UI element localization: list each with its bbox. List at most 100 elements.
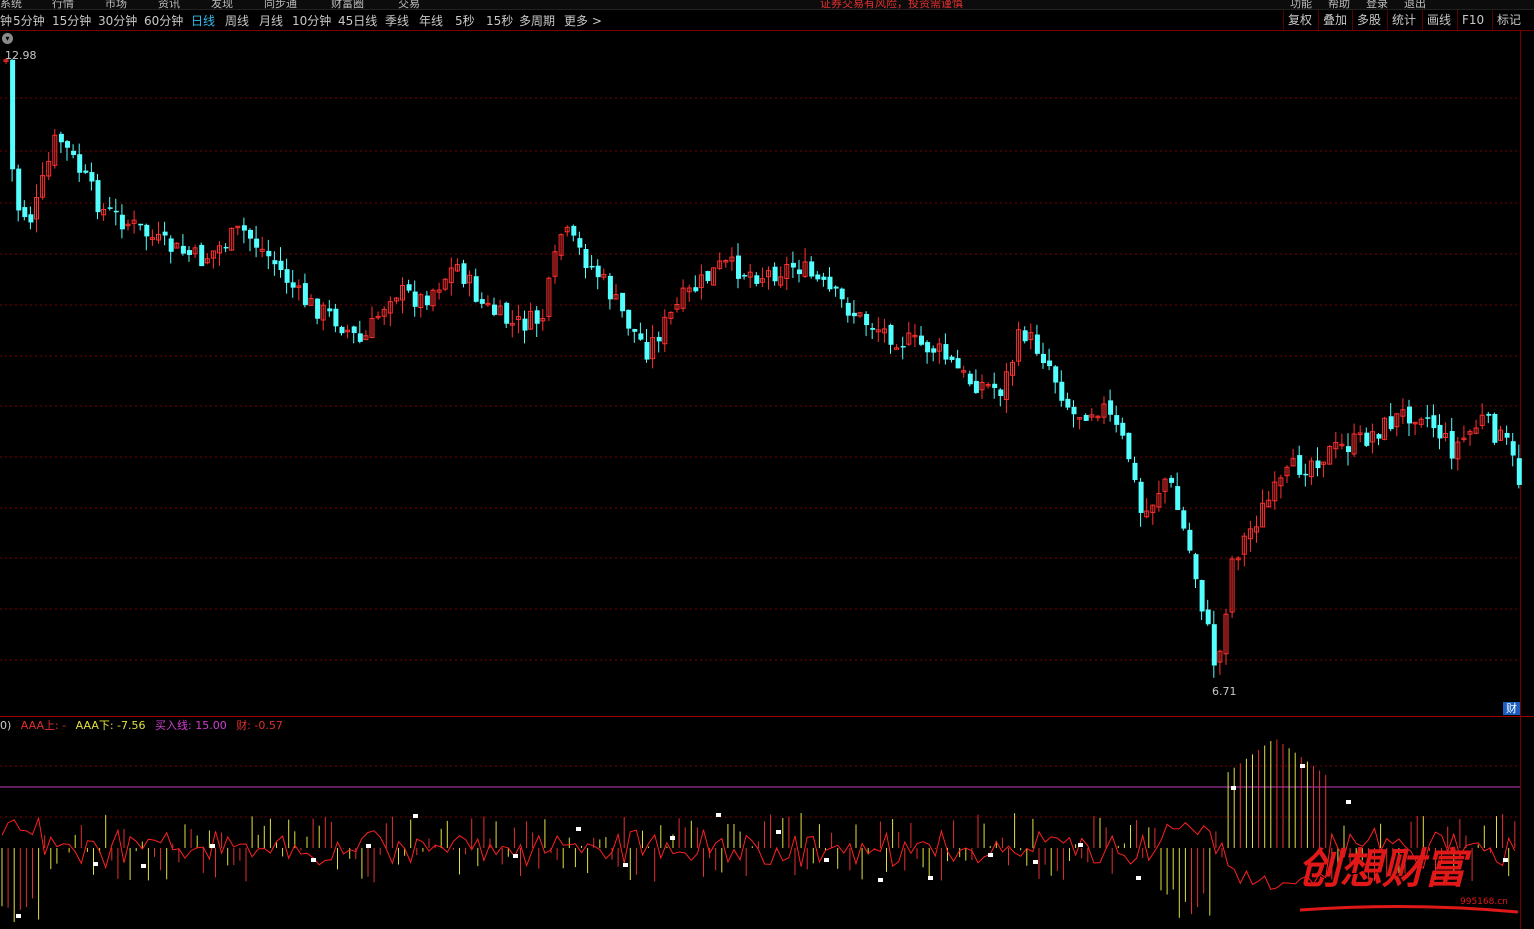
- candle-body: [1120, 422, 1126, 436]
- signal-marker: [513, 854, 518, 858]
- candle-body: [790, 262, 796, 268]
- candle-body: [1504, 432, 1510, 438]
- candle-body: [589, 265, 595, 268]
- candle-body: [583, 248, 589, 268]
- candle-body: [571, 225, 577, 236]
- candle-body: [333, 308, 339, 327]
- candle-body: [742, 275, 748, 277]
- candle-body: [266, 250, 272, 257]
- candle-body: [28, 214, 34, 223]
- candle-body: [839, 288, 845, 300]
- candle-body: [797, 269, 802, 275]
- signal-marker: [210, 844, 215, 848]
- candle-body: [1047, 360, 1053, 367]
- candle-body: [1187, 529, 1193, 551]
- watermark-logo: 创想财富 995168.cn: [1298, 844, 1519, 914]
- signal-marker: [670, 836, 675, 840]
- signal-marker: [16, 914, 21, 918]
- candle-body: [1211, 624, 1217, 666]
- candle-body: [1510, 441, 1516, 456]
- low-price-label: 6.71: [1212, 685, 1237, 698]
- candle-body: [1407, 406, 1412, 424]
- candle-body: [925, 342, 931, 353]
- candle-body: [1297, 455, 1303, 475]
- candle-body: [595, 265, 601, 278]
- candle-body: [107, 207, 113, 209]
- candle-body: [870, 328, 876, 330]
- buy-line-value: 买入线: 15.00: [155, 719, 227, 732]
- candle-body: [632, 329, 638, 332]
- candle-body: [1041, 353, 1046, 364]
- candle-body: [315, 298, 321, 319]
- candle-body: [705, 271, 711, 282]
- candle-body: [89, 172, 95, 182]
- candle-body: [931, 348, 937, 353]
- candle-body: [1516, 458, 1522, 485]
- candle-body: [339, 326, 345, 334]
- signal-marker: [141, 864, 146, 868]
- candle-body: [1059, 381, 1065, 401]
- candle-body: [272, 260, 278, 265]
- finance-tag[interactable]: 财: [1503, 702, 1520, 715]
- candle-body: [833, 286, 839, 289]
- candle-body: [504, 302, 510, 324]
- candle-body: [1071, 406, 1077, 415]
- candle-body: [1022, 330, 1028, 342]
- watermark-text: 创想财富: [1298, 844, 1472, 893]
- candle-body: [736, 255, 741, 279]
- candle-body: [998, 389, 1004, 397]
- candle-body: [644, 342, 650, 360]
- candle-body: [1169, 477, 1175, 483]
- candle-body: [1425, 417, 1431, 419]
- candle-body: [290, 282, 296, 288]
- candle-body: [58, 133, 64, 143]
- candle-body: [1053, 366, 1059, 383]
- candle-body: [16, 168, 22, 211]
- candle-body: [1431, 415, 1437, 429]
- candle-body: [1364, 432, 1370, 446]
- candle-body: [1346, 446, 1351, 453]
- candle-body: [187, 250, 192, 255]
- candle-body: [144, 224, 150, 237]
- signal-marker: [988, 853, 993, 857]
- candle-body: [638, 333, 644, 340]
- kline-chart[interactable]: [0, 0, 1534, 929]
- candle-body: [492, 304, 497, 315]
- candle-body: [327, 308, 333, 312]
- signal-marker: [1300, 764, 1305, 768]
- candle-body: [223, 246, 229, 249]
- candle-body: [83, 170, 89, 173]
- candle-body: [864, 314, 870, 326]
- candle-body: [973, 380, 979, 393]
- candle-body: [1132, 462, 1138, 480]
- candle-body: [22, 207, 28, 218]
- cai-value: 财: -0.57: [236, 719, 283, 732]
- signal-marker: [93, 862, 98, 866]
- candle-body: [113, 210, 119, 213]
- signal-marker: [366, 844, 371, 848]
- candle-body: [967, 373, 973, 385]
- candle-body: [1437, 424, 1443, 439]
- high-price-label: 12.98: [5, 49, 37, 62]
- candle-body: [162, 231, 168, 236]
- candle-body: [1315, 460, 1321, 469]
- candle-body: [65, 141, 70, 148]
- signal-marker: [1078, 843, 1083, 847]
- candle-body: [10, 59, 16, 170]
- candle-body: [412, 291, 418, 307]
- candle-body: [1199, 580, 1205, 612]
- signal-marker: [716, 813, 721, 817]
- collapse-icon[interactable]: ▾: [2, 33, 13, 44]
- candle-body: [919, 335, 924, 345]
- candle-body: [1388, 416, 1394, 430]
- candle-body: [943, 344, 949, 360]
- candle-body: [845, 302, 851, 316]
- candle-body: [168, 238, 174, 252]
- candle-body: [357, 333, 363, 342]
- candle-body: [302, 283, 308, 306]
- signal-marker: [413, 814, 418, 818]
- candle-body: [620, 292, 626, 312]
- candle-body: [827, 276, 833, 290]
- candle-body: [1114, 415, 1120, 425]
- candle-body: [284, 269, 290, 283]
